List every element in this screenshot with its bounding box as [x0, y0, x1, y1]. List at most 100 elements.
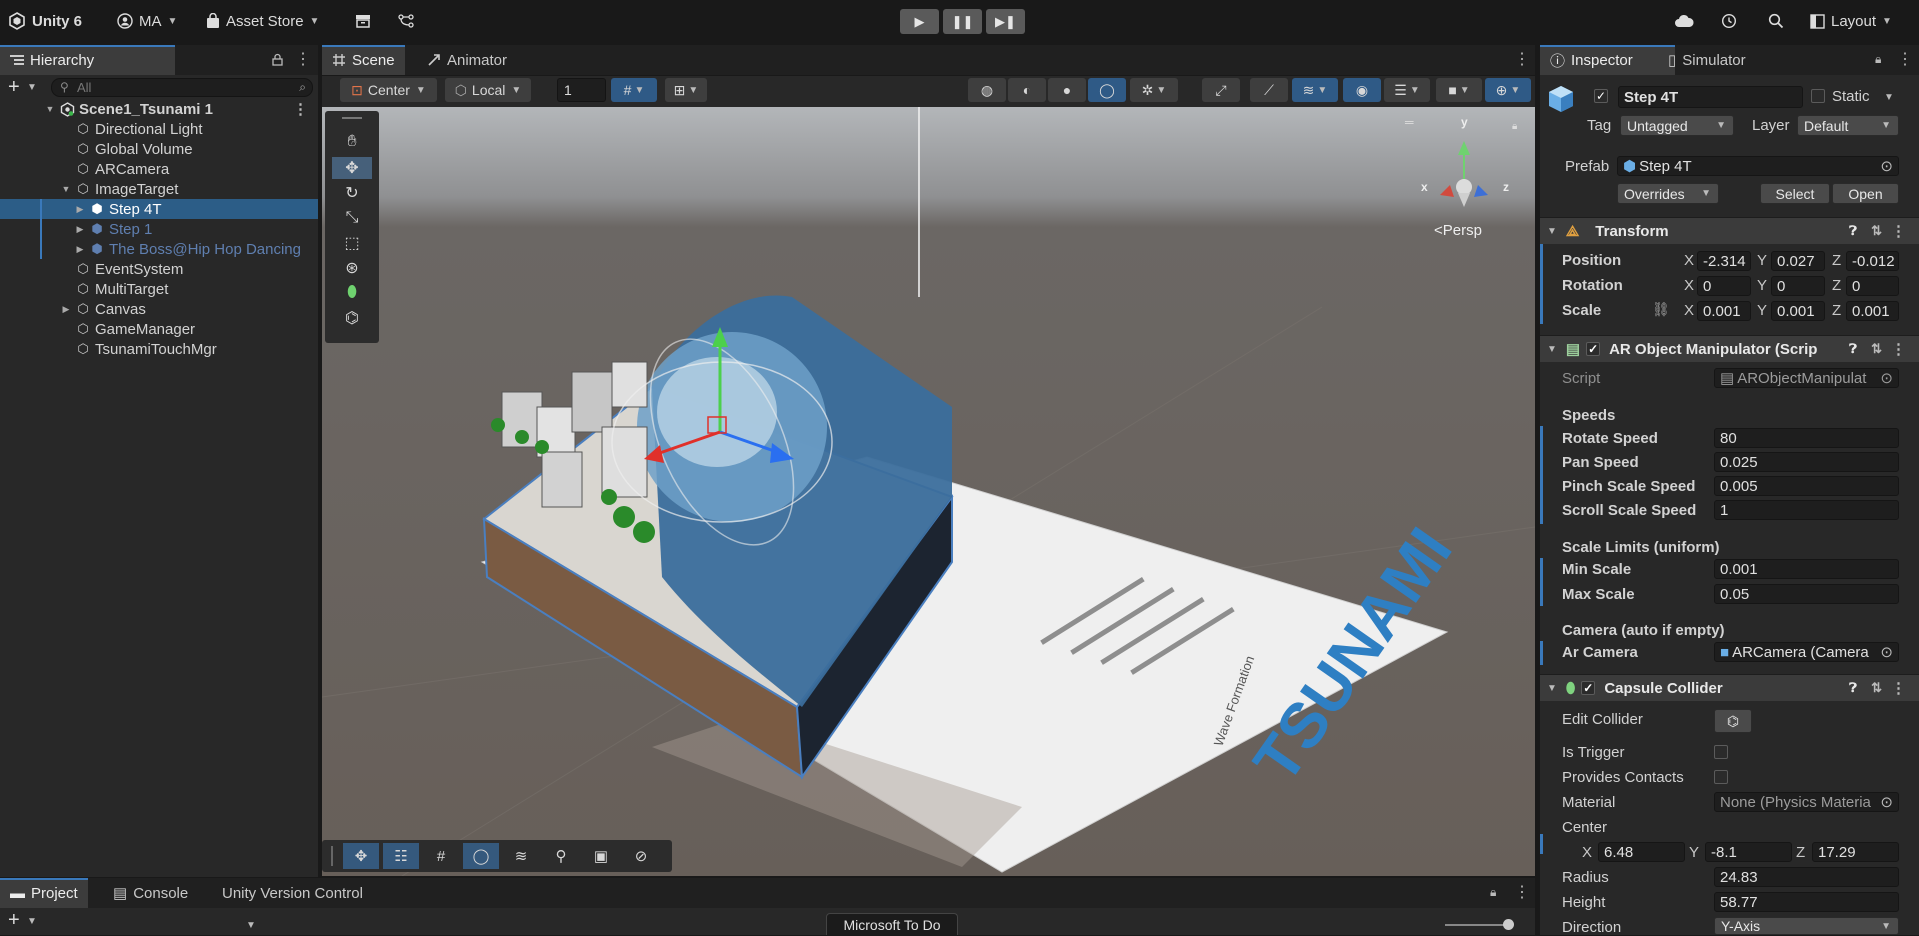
kebab-menu-icon[interactable]: ⋮ — [1891, 679, 1906, 697]
lock-icon[interactable]: 🔒︎ — [1875, 52, 1881, 67]
scene-root[interactable]: ▼ Scene1_Tsunami 1 ⋮ — [0, 99, 318, 119]
max-scale-field[interactable]: 0.05 — [1714, 584, 1899, 604]
hand-tool[interactable]: ✋︎ — [332, 131, 372, 153]
position-y-field[interactable]: 0.027 — [1771, 251, 1825, 271]
collapse-arrow-icon[interactable]: ▶ — [74, 224, 86, 235]
center-x-field[interactable]: 6.48 — [1598, 842, 1685, 862]
help-icon[interactable]: ❓︎ — [1849, 341, 1857, 357]
tag-dropdown[interactable]: Untagged ▼ — [1620, 115, 1734, 136]
rect-tool[interactable]: ⬚ — [332, 232, 372, 254]
position-z-field[interactable]: -0.012 — [1846, 251, 1899, 271]
scale-tool[interactable]: ⤡ — [332, 207, 372, 229]
increment-snap-button[interactable]: ⊞ ▼ — [665, 78, 707, 102]
version-control-button[interactable] — [398, 10, 414, 32]
rotate-tool[interactable]: ↻ — [332, 182, 372, 204]
tab-hierarchy[interactable]: Hierarchy — [0, 45, 175, 75]
tab-inspector[interactable]: ⓘ Inspector — [1540, 45, 1675, 75]
overrides-dropdown[interactable]: Overrides ▼ — [1617, 183, 1719, 204]
pivot-dropdown[interactable]: ⊡ Center ▼ — [340, 78, 437, 102]
lit-shading-button[interactable]: ◯ — [1088, 78, 1126, 102]
help-icon[interactable]: ❓︎ — [1849, 223, 1857, 239]
unlit-shading-button[interactable]: ● — [1048, 78, 1086, 102]
lighting-toggle-button[interactable]: ⟋ — [1250, 78, 1288, 102]
center-z-field[interactable]: 17.29 — [1812, 842, 1899, 862]
object-picker-icon[interactable]: ⊙ — [1880, 643, 1893, 661]
sphere-button[interactable]: ◯ — [463, 843, 499, 869]
asset-store-dropdown[interactable]: Asset Store ▼ — [206, 10, 319, 32]
tab-animator[interactable]: Animator — [417, 45, 517, 75]
list-item[interactable]: ▶ ⬢ The Boss@Hip Hop Dancing — [0, 239, 318, 259]
align-button[interactable]: ☷ — [383, 843, 419, 869]
account-dropdown[interactable]: MA ▼ — [117, 10, 177, 32]
transform-header[interactable]: ▼ ⟁ Transform ❓︎ ⇅ ⋮ — [1540, 217, 1919, 244]
direction-dropdown[interactable]: Y-Axis ▼ — [1714, 917, 1899, 935]
rotation-z-field[interactable]: 0 — [1846, 276, 1899, 296]
play-button[interactable]: ▶ — [900, 9, 939, 34]
list-item[interactable]: ▶ ⬢ Step 1 — [0, 219, 318, 239]
package-manager-button[interactable] — [355, 10, 371, 32]
layout-dropdown[interactable]: Layout ▼ — [1810, 10, 1892, 32]
kebab-menu-icon[interactable]: ⋮ — [1897, 49, 1913, 69]
list-item[interactable]: ⬡ EventSystem — [0, 259, 318, 279]
gizmos-button[interactable]: ⊕ ▼ — [1485, 78, 1531, 102]
rotate-speed-field[interactable]: 80 — [1714, 428, 1899, 448]
shaded-wireframe-button[interactable]: ◐ — [1008, 78, 1046, 102]
object-picker-icon[interactable]: ⊙ — [1880, 793, 1893, 811]
expand-arrow-icon[interactable]: ▼ — [60, 184, 72, 194]
grid-size-input[interactable]: 1 — [557, 78, 606, 102]
kebab-menu-icon[interactable]: ⋮ — [1891, 222, 1906, 240]
center-y-field[interactable]: -8.1 — [1705, 842, 1792, 862]
list-item[interactable]: ⬡ TsunamiTouchMgr — [0, 339, 318, 359]
presets-icon[interactable]: ⇅ — [1871, 680, 1882, 696]
list-item[interactable]: ⬡ ARCamera — [0, 159, 318, 179]
zoom-slider[interactable] — [1445, 919, 1514, 930]
scene-viewport[interactable]: TSUNAMI Wave Formation y x z 🔒︎ ═ <Persp… — [322, 107, 1535, 876]
edit-collider-button[interactable]: ⌬ — [1714, 709, 1752, 733]
kebab-menu-icon[interactable]: ⋮ — [1514, 882, 1530, 902]
kebab-menu-icon[interactable]: ⋮ — [295, 49, 311, 69]
list-item[interactable]: ▶ ⬡ Canvas — [0, 299, 318, 319]
drag-handle-icon[interactable]: ═ — [1405, 115, 1414, 129]
pause-button[interactable]: ❚❚ — [943, 9, 982, 34]
help-icon[interactable]: ❓︎ — [1849, 680, 1857, 696]
camera-settings-button[interactable]: ■ ▼ — [1436, 78, 1482, 102]
unity-menu[interactable]: Unity 6 — [8, 10, 82, 32]
presets-icon[interactable]: ⇅ — [1871, 341, 1882, 357]
static-checkbox[interactable] — [1811, 89, 1825, 103]
material-field[interactable]: None (Physics Materia ⊙ — [1714, 792, 1899, 812]
kebab-menu-icon[interactable]: ⋮ — [1514, 49, 1530, 69]
step-button[interactable]: ▶❚ — [986, 9, 1025, 34]
pan-speed-field[interactable]: 0.025 — [1714, 452, 1899, 472]
radius-field[interactable]: 24.83 — [1714, 867, 1899, 887]
select-button[interactable]: Select — [1760, 183, 1830, 204]
persp-toggle[interactable]: <Persp — [1434, 222, 1482, 239]
is-trigger-checkbox[interactable] — [1714, 745, 1728, 759]
search-button[interactable] — [1768, 10, 1784, 32]
wireframe-shading-button[interactable]: ◍ — [968, 78, 1006, 102]
chevron-down-icon[interactable]: ▼ — [27, 916, 37, 927]
component-enabled-checkbox[interactable]: ✓ — [1581, 681, 1596, 695]
list-item[interactable]: ⬡ Directional Light — [0, 119, 318, 139]
open-button[interactable]: Open — [1832, 183, 1899, 204]
min-scale-field[interactable]: 0.001 — [1714, 559, 1899, 579]
edit-collider-tool[interactable]: ⌬ — [332, 307, 372, 329]
height-field[interactable]: 58.77 — [1714, 892, 1899, 912]
collapse-arrow-icon[interactable]: ▶ — [74, 204, 86, 215]
grid-snap-toggle[interactable]: # ▼ — [611, 78, 657, 102]
overlay-handle[interactable] — [331, 846, 333, 866]
render-layers-button[interactable]: ☰ ▼ — [1384, 78, 1430, 102]
lock-icon[interactable] — [272, 53, 283, 66]
prefab-field[interactable]: ⬢ Step 4T ⊙ — [1617, 156, 1899, 176]
list-item[interactable]: ⬡ GameManager — [0, 319, 318, 339]
object-name-input[interactable]: Step 4T — [1618, 86, 1803, 108]
tab-project[interactable]: ▬ Project — [0, 878, 88, 908]
kebab-menu-icon[interactable]: ⋮ — [1891, 340, 1906, 358]
2d-toggle-button[interactable]: ⤢ — [1202, 78, 1240, 102]
grid-visibility-button[interactable]: # — [423, 843, 459, 869]
create-plus-icon[interactable]: + — [8, 909, 20, 932]
create-plus-icon[interactable]: + — [8, 76, 20, 98]
zoom-slider-handle[interactable] — [1503, 919, 1514, 930]
list-item[interactable]: ⬡ MultiTarget — [0, 279, 318, 299]
undo-history-button[interactable] — [1721, 10, 1737, 32]
custom-tool[interactable]: ⬮ — [332, 282, 372, 304]
